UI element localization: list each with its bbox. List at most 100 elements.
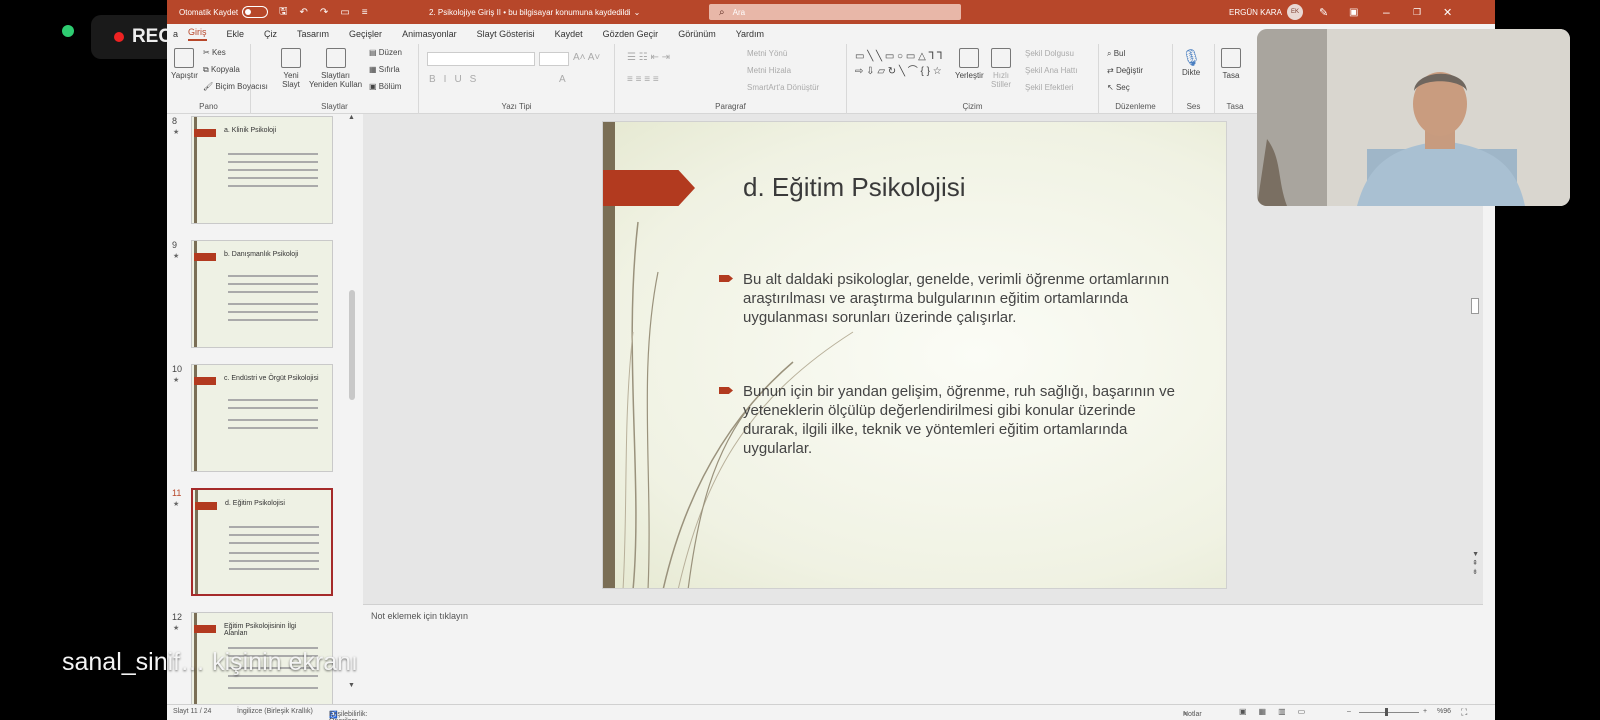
shapes-gallery[interactable]: ▭ ╲ ╲ ▭ ○ ▭ △ ⅂ ⅂ ⇨ ⇩ ▱ ↻ ╲ ⌒ { } ☆ (855, 49, 943, 79)
slide-bullet[interactable]: Bunun için bir yandan gelişim, öğrenme, … (719, 382, 1183, 458)
smartart-label: SmartArt'a Dönüştür (747, 83, 820, 92)
smartart-button[interactable]: SmartArt'a Dönüştür (747, 83, 819, 92)
scrollbar-thumb[interactable] (349, 290, 355, 400)
slide-thumbnails-pane: 8 ★ a. Klinik Psikoloji 9 ★ b. Danışmanl… (167, 114, 363, 704)
font-size-select[interactable] (539, 52, 569, 66)
thumb-title: c. Endüstri ve Örgüt Psikolojisi (224, 375, 319, 382)
find-button[interactable]: ⌕ Bul (1107, 49, 1125, 59)
save-icon[interactable]: 🖫 (279, 4, 288, 21)
slide-title[interactable]: d. Eğitim Psikolojisi (743, 172, 966, 203)
select-button[interactable]: ↖ Seç (1107, 83, 1130, 92)
slide-thumbnail[interactable]: b. Danışmanlık Psikoloji (191, 240, 333, 348)
tab-giris[interactable]: Giriş (188, 27, 207, 41)
fit-to-window-icon[interactable]: ⛶ (1461, 707, 1467, 718)
dictate-button[interactable]: 🎙 Dikte (1181, 48, 1201, 77)
canvas-scrollbar-thumb[interactable] (1471, 298, 1479, 314)
layout-label: Düzen (378, 48, 402, 57)
user-name[interactable]: ERGÜN KARA (1229, 0, 1282, 24)
designer-button[interactable]: Tasa (1221, 48, 1241, 80)
shape-fill-button[interactable]: Şekil Dolgusu (1025, 49, 1074, 58)
minimize-icon[interactable]: – (1383, 0, 1390, 24)
font-color-icon[interactable]: A (559, 74, 566, 85)
language-status[interactable]: İngilizce (Birleşik Krallık) (237, 708, 313, 715)
text-direction-button[interactable]: Metni Yönü (747, 49, 787, 58)
tab-ciz[interactable]: Çiz (264, 29, 277, 39)
zoom-out-icon[interactable]: – (1347, 708, 1351, 715)
paste-button[interactable]: Yapıştır (171, 48, 198, 80)
tab-ekle[interactable]: Ekle (227, 29, 245, 39)
zoom-in-icon[interactable]: + (1423, 708, 1427, 715)
cut-button[interactable]: ✂ Kes (203, 48, 226, 57)
select-label: Seç (1115, 83, 1130, 92)
current-slide[interactable]: d. Eğitim Psikolojisi Bu alt daldaki psi… (602, 121, 1227, 589)
scroll-up-icon[interactable]: ▲ (348, 114, 355, 121)
designer-label: Tasa (1222, 71, 1240, 80)
quick-styles-button[interactable]: Hızlı Stiller (991, 48, 1011, 89)
arrange-icon (959, 48, 980, 68)
zoom-slider[interactable] (1359, 712, 1419, 713)
search-box[interactable]: ⌕ Ara (709, 4, 961, 20)
transition-icon: ★ (173, 129, 180, 136)
shape-effects-button[interactable]: Şekil Efektleri (1025, 83, 1073, 92)
tab-yardim[interactable]: Yardım (736, 29, 764, 39)
group-cizim: ▭ ╲ ╲ ▭ ○ ▭ △ ⅂ ⅂ ⇨ ⇩ ▱ ↻ ╲ ⌒ { } ☆ Yerl… (847, 44, 1099, 114)
new-slide-button[interactable]: Yeni Slayt (281, 48, 301, 89)
thumb-number: 9 (172, 240, 178, 250)
section-button[interactable]: ▣ Bölüm (369, 82, 401, 91)
customize-icon[interactable]: ≡ (362, 7, 368, 18)
thumb-title: a. Klinik Psikoloji (224, 127, 277, 134)
tab-gecisler[interactable]: Geçişler (349, 29, 382, 39)
zoom-slider-thumb[interactable] (1385, 708, 1388, 716)
slide-thumbnail[interactable]: a. Klinik Psikoloji (191, 116, 333, 224)
arrange-button[interactable]: Yerleştir (955, 48, 984, 80)
group-yazi-tipi: A˄ A˅ BIUS A Yazı Tipi (419, 44, 615, 114)
pen-icon[interactable]: ✎ (1319, 0, 1328, 24)
copy-button[interactable]: ⧉ Kopyala (203, 65, 240, 75)
avatar[interactable]: EK (1287, 4, 1303, 20)
ribbon-display-icon[interactable]: ▣ (1349, 0, 1358, 24)
presenter-screen-caption: sanal_sinif… kişinin ekranı (62, 648, 358, 676)
tab-gozden-gecir[interactable]: Gözden Geçir (603, 29, 659, 39)
tab-animasyonlar[interactable]: Animasyonlar (402, 29, 457, 39)
thumbnails-scrollbar[interactable]: ▲ ▼ (347, 114, 357, 704)
restore-icon[interactable]: ❐ (1413, 0, 1421, 24)
redo-icon[interactable]: ↷ (320, 7, 328, 18)
scroll-down-icon[interactable]: ▼ (348, 682, 355, 689)
font-family-select[interactable] (427, 52, 535, 66)
group-label: Tasa (1226, 102, 1244, 111)
slide-thumbnail-selected[interactable]: d. Eğitim Psikolojisi (191, 488, 333, 596)
align-icons[interactable]: ≡ ≡ ≡ ≡ (627, 74, 659, 85)
reuse-slides-button[interactable]: Slaytları Yeniden Kullan (309, 48, 362, 89)
layout-button[interactable]: ▤ Düzen (369, 48, 402, 57)
font-grow-icon[interactable]: A˄ A˅ (573, 52, 600, 63)
view-buttons[interactable]: ▣▦▥▭ (1239, 707, 1317, 716)
group-paragraf: ☰ ☷ ⇤ ⇥ ≡ ≡ ≡ ≡ Metni Yönü Metni Hizala … (615, 44, 847, 114)
replace-button[interactable]: ⇄ Değiştir (1107, 66, 1143, 75)
slide-nav-icons[interactable]: ▼ ⇞ ⇟ (1472, 550, 1479, 577)
tab-dosya[interactable]: a (173, 29, 178, 39)
reset-button[interactable]: ▦ Sıfırla (369, 65, 400, 74)
font-format-icons[interactable]: BIUS (429, 74, 484, 85)
autosave-toggle[interactable] (242, 6, 269, 18)
chevron-down-icon: ⌄ (633, 7, 641, 17)
undo-icon[interactable]: ↶ (300, 7, 308, 18)
reuse-slides-icon (325, 48, 346, 68)
slide-bullet[interactable]: Bu alt daldaki psikologlar, genelde, ver… (719, 270, 1183, 327)
zoom-level[interactable]: %96 (1437, 708, 1451, 715)
present-icon[interactable]: ▭ (340, 7, 349, 18)
slide-thumbnail[interactable]: c. Endüstri ve Örgüt Psikolojisi (191, 364, 333, 472)
tab-gorunum[interactable]: Görünüm (678, 29, 716, 39)
tab-slayt-gosterisi[interactable]: Slayt Gösterisi (477, 29, 535, 39)
close-icon[interactable]: ✕ (1443, 0, 1452, 24)
align-text-button[interactable]: Metni Hizala (747, 66, 791, 75)
tab-tasarim[interactable]: Tasarım (297, 29, 329, 39)
notes-pane[interactable]: Not eklemek için tıklayın (363, 604, 1483, 704)
group-label: Ses (1186, 102, 1201, 111)
bullets-icon[interactable]: ☰ ☷ ⇤ ⇥ (627, 52, 670, 63)
bullet-text: Bunun için bir yandan gelişim, öğrenme, … (743, 383, 1175, 457)
group-pano: Yapıştır ✂ Kes ⧉ Kopyala 🖌 Biçim Boyacıs… (167, 44, 268, 114)
shape-outline-button[interactable]: Şekil Ana Hattı (1025, 66, 1077, 75)
autosave[interactable]: Otomatik Kaydet (179, 0, 269, 24)
doc-title[interactable]: 2. Psikolojiye Giriş II • bu bilgisayar … (429, 0, 640, 24)
tab-kaydet[interactable]: Kaydet (555, 29, 583, 39)
